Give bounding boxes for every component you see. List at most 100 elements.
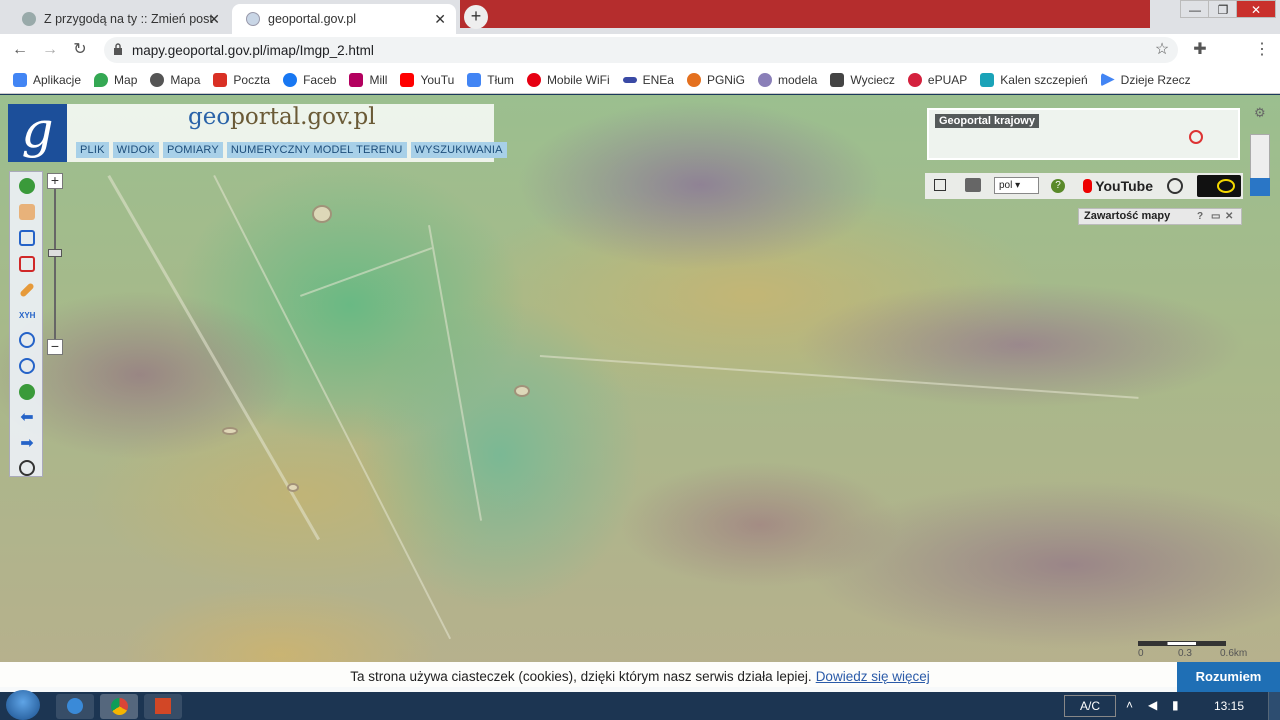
bookmark-star-icon[interactable]: ☆: [1152, 40, 1172, 60]
browser-tab-strip: Z przygodą na ty :: Zmień post ✕ geoport…: [0, 0, 1280, 34]
bookmark-epuap[interactable]: ePUAP: [907, 72, 967, 87]
bookmark-dzieje-rzecz[interactable]: Dzieje Rzecz: [1100, 72, 1191, 87]
location-marker-icon: [1189, 130, 1203, 144]
full-extent-globe-icon[interactable]: [19, 384, 35, 400]
3d-view-eye-icon[interactable]: [1197, 175, 1241, 197]
tab-title: Z przygodą na ty :: Zmień post: [44, 12, 213, 26]
back-arrow-icon[interactable]: ←: [10, 40, 30, 60]
new-tab-button[interactable]: +: [464, 5, 488, 29]
tab-close-icon[interactable]: ✕: [208, 11, 220, 28]
zoom-in-icon[interactable]: [19, 332, 35, 348]
visibility-eye-icon[interactable]: [1250, 178, 1270, 196]
cookie-banner: Ta strona używa ciasteczek (cookies), dz…: [0, 662, 1280, 692]
menu-pomiary[interactable]: POMIARY: [162, 142, 223, 158]
map-terrain-feature: [312, 205, 332, 223]
map-tools-panel: XYH ⬅ ➡: [9, 171, 43, 477]
zoom-box-icon[interactable]: [19, 230, 35, 246]
map-contents-panel[interactable]: Zawartość mapy ? ▭ ✕: [1078, 208, 1242, 225]
cookie-accept-button[interactable]: Rozumiem: [1177, 662, 1280, 692]
geoportal-menu: PLIK WIDOK POMIARY NUMERYCZNY MODEL TERE…: [76, 142, 507, 158]
map-terrain-feature: [222, 427, 238, 435]
settings-wheel-icon[interactable]: [1167, 178, 1183, 194]
print-icon[interactable]: [965, 178, 981, 192]
car-icon: [830, 72, 845, 87]
forward-arrow-icon[interactable]: →: [40, 40, 60, 60]
zoom-slider-handle[interactable]: [48, 249, 62, 257]
maximize-window-button[interactable]: ❐: [1208, 0, 1238, 18]
tab-zmien-post[interactable]: Z przygodą na ty :: Zmień post ✕: [8, 4, 230, 34]
xyh-coordinates-icon[interactable]: XYH: [19, 308, 35, 324]
show-desktop-button[interactable]: [1268, 692, 1280, 720]
browser-toolbar: ← → ↻ mapy.geoportal.gov.pl/imap/Imgp_2.…: [0, 34, 1280, 94]
language-select[interactable]: pol ▾: [994, 177, 1039, 194]
bookmark-map[interactable]: Map: [94, 72, 137, 87]
taskbar-chrome-icon[interactable]: [100, 694, 138, 719]
minimize-window-button[interactable]: —: [1180, 0, 1210, 18]
gear-icon[interactable]: ⚙: [1254, 106, 1268, 120]
zoom-slider-track[interactable]: [54, 189, 56, 339]
bookmark-mobile-wifi[interactable]: Mobile WiFi: [526, 72, 610, 87]
bookmark-facebook[interactable]: Faceb: [283, 72, 336, 87]
help-icon[interactable]: ?: [1051, 179, 1065, 193]
eye-icon: [1217, 179, 1235, 193]
scale-label: 0.6km: [1220, 648, 1248, 659]
reload-icon[interactable]: ↻: [70, 40, 90, 60]
address-bar[interactable]: mapy.geoportal.gov.pl/imap/Imgp_2.html: [104, 37, 1178, 63]
next-view-arrow-icon[interactable]: ➡: [19, 436, 35, 452]
start-button[interactable]: [6, 690, 40, 720]
bookmark-pgnig[interactable]: PGNiG: [686, 72, 745, 87]
mill-icon: [349, 72, 364, 87]
pan-hand-icon[interactable]: [19, 204, 35, 220]
map-terrain-feature: [287, 483, 299, 492]
browser-menu-icon[interactable]: ⋮: [1252, 40, 1272, 60]
geoportal-logo[interactable]: g: [8, 104, 67, 162]
bookmark-mill[interactable]: Mill: [349, 72, 387, 87]
volume-icon[interactable]: ◀: [1148, 698, 1162, 712]
overview-minimap[interactable]: Geoportal krajowy: [927, 108, 1240, 160]
tab-geoportal[interactable]: geoportal.gov.pl ✕: [232, 4, 456, 34]
youtube-link[interactable]: YouTube: [1083, 176, 1153, 196]
menu-numeryczny-model-terenu[interactable]: NUMERYCZNY MODEL TERENU: [226, 142, 407, 158]
scale-label: 0.3: [1178, 648, 1192, 659]
tab-close-icon[interactable]: ✕: [434, 11, 446, 28]
panel-minimize-icon[interactable]: ▭: [1211, 209, 1220, 224]
bookmark-kalendarz[interactable]: Kalen szczepień: [980, 72, 1088, 87]
show-hidden-icons-chevron-icon[interactable]: ˄: [1126, 698, 1140, 712]
taskbar-ie-icon[interactable]: [56, 694, 94, 719]
bookmark-modela[interactable]: modela: [757, 72, 817, 87]
previous-view-arrow-icon[interactable]: ⬅: [19, 410, 35, 426]
panel-help-icon[interactable]: ?: [1197, 209, 1203, 224]
bookmark-enea[interactable]: ENEa: [622, 73, 674, 87]
extensions-icon[interactable]: ✚: [1190, 40, 1210, 60]
info-icon[interactable]: [19, 178, 35, 194]
bookmark-translate[interactable]: Tłum: [467, 72, 514, 87]
zoom-slider: + −: [47, 173, 63, 357]
taskbar-powerpoint-icon[interactable]: [144, 694, 182, 719]
clear-icon[interactable]: [19, 460, 35, 476]
taskbar-clock[interactable]: 13:15: [1200, 692, 1258, 720]
zoom-out-icon[interactable]: [19, 358, 35, 374]
zoom-out-button[interactable]: −: [47, 339, 63, 355]
lock-icon: [114, 43, 122, 55]
menu-wyszukiwania[interactable]: WYSZUKIWANIA: [410, 142, 507, 158]
close-window-button[interactable]: ✕: [1236, 0, 1276, 18]
panel-close-icon[interactable]: ✕: [1225, 209, 1233, 224]
youtube-play-icon: [1083, 179, 1093, 193]
legend-icon[interactable]: [934, 179, 946, 191]
pencil-icon[interactable]: [19, 282, 35, 298]
bookmark-mapa[interactable]: Mapa: [150, 72, 200, 87]
blog-favicon-icon: [22, 12, 36, 26]
bookmark-wyciecz[interactable]: Wyciecz: [830, 72, 895, 87]
bookmark-poczta[interactable]: Poczta: [213, 72, 270, 87]
bookmark-aplikacje[interactable]: Aplikacje: [13, 72, 81, 87]
bookmarks-bar: Aplikacje Map Mapa Poczta Faceb Mill You…: [0, 66, 1280, 94]
translate-icon: [467, 72, 482, 87]
cookie-learn-more-link[interactable]: Dowiedz się więcej: [816, 669, 930, 684]
menu-widok[interactable]: WIDOK: [112, 142, 159, 158]
network-signal-icon[interactable]: ▮: [1172, 698, 1186, 712]
select-box-icon[interactable]: [19, 256, 35, 272]
menu-plik[interactable]: PLIK: [76, 142, 109, 158]
keyboard-language-indicator[interactable]: A/C: [1064, 695, 1116, 717]
zoom-in-button[interactable]: +: [47, 173, 63, 189]
bookmark-youtube[interactable]: YouTu: [400, 72, 454, 87]
